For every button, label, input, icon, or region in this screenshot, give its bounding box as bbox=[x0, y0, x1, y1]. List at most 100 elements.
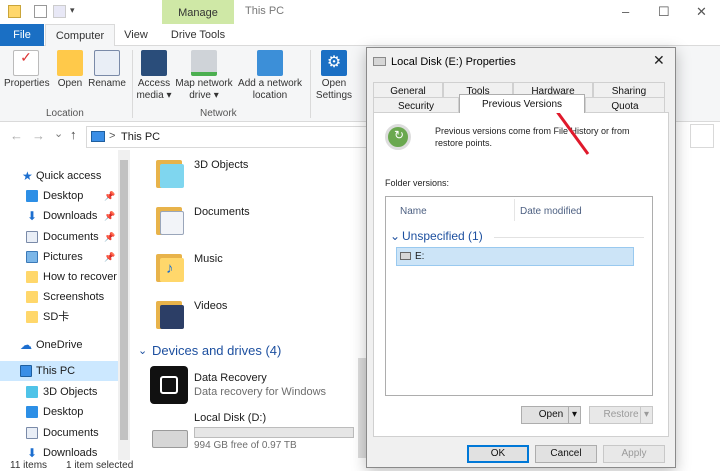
nav-this-pc[interactable]: This PC bbox=[0, 361, 118, 381]
chevron-down-icon[interactable]: ▾ bbox=[568, 407, 580, 423]
nav-how-to-recover[interactable]: How to recover bbox=[0, 267, 118, 287]
rename-button[interactable]: Rename bbox=[88, 50, 126, 90]
nav-screenshots[interactable]: Screenshots bbox=[0, 287, 118, 307]
pin-icon: 📌 bbox=[104, 191, 116, 201]
map-network-drive-button[interactable]: Map network drive ▾ bbox=[174, 50, 234, 102]
properties-quick-icon[interactable] bbox=[34, 5, 47, 18]
nav-documents-pinned[interactable]: Documents 📌 bbox=[0, 227, 118, 247]
column-header-name[interactable]: Name bbox=[400, 206, 427, 217]
add-network-location-button[interactable]: Add a network location bbox=[236, 50, 304, 102]
customize-quick-access-icon[interactable]: ▾ bbox=[70, 5, 83, 18]
nav-quick-access[interactable]: ★ Quick access bbox=[0, 166, 118, 186]
device-name[interactable]: Local Disk (D:) bbox=[194, 412, 266, 424]
nav-label: 3D Objects bbox=[43, 386, 98, 398]
up-button[interactable]: ↑ bbox=[70, 127, 77, 142]
tab-view[interactable]: View bbox=[118, 24, 154, 46]
properties-button[interactable]: ✓ Properties bbox=[4, 50, 50, 90]
data-recovery-app-icon[interactable] bbox=[150, 366, 188, 404]
device-name[interactable]: Data Recovery bbox=[194, 372, 267, 384]
drive-icon bbox=[400, 252, 411, 260]
pictures-icon bbox=[26, 251, 38, 263]
nav-documents[interactable]: Documents bbox=[0, 423, 118, 443]
desktop-icon bbox=[26, 406, 38, 418]
column-header-date-modified[interactable]: Date modified bbox=[520, 206, 582, 217]
tab-previous-versions[interactable]: Previous Versions bbox=[459, 94, 585, 113]
title-bar: ▾ bbox=[0, 0, 720, 24]
download-icon: ⬇ bbox=[27, 209, 38, 223]
folder-versions-label: Folder versions: bbox=[385, 178, 450, 188]
folder-label[interactable]: Videos bbox=[194, 300, 227, 312]
properties-icon: ✓ bbox=[13, 50, 39, 76]
folder-versions-list[interactable]: Name Date modified ⌄ Unspecified (1) E: bbox=[385, 196, 653, 396]
tab-computer[interactable]: Computer bbox=[45, 24, 115, 46]
properties-label: Properties bbox=[4, 78, 50, 89]
address-bar[interactable]: > This PC bbox=[86, 126, 386, 148]
content-scrollbar[interactable] bbox=[358, 358, 366, 458]
star-icon: ★ bbox=[22, 169, 33, 183]
cloud-icon: ☁ bbox=[20, 338, 32, 352]
folder-documents-icon[interactable] bbox=[156, 203, 186, 235]
open-button[interactable]: Open bbox=[56, 50, 84, 90]
forward-button[interactable]: → bbox=[32, 128, 45, 143]
access-media-label-1: Access bbox=[137, 78, 171, 89]
group-divider bbox=[494, 237, 644, 238]
nav-3d-objects[interactable]: 3D Objects bbox=[0, 382, 118, 402]
open-settings-label-1: Open bbox=[321, 78, 347, 89]
nav-label: This PC bbox=[36, 365, 76, 377]
folder-3d-objects-icon[interactable] bbox=[156, 156, 186, 188]
close-window-button[interactable]: ✕ bbox=[696, 4, 707, 20]
window-title: This PC bbox=[245, 5, 285, 17]
add-network-label-1: Add a network bbox=[238, 78, 302, 89]
network-group-label: Network bbox=[200, 108, 237, 119]
new-folder-quick-icon[interactable] bbox=[53, 5, 66, 18]
folder-videos-icon[interactable] bbox=[156, 297, 186, 329]
ribbon-separator bbox=[132, 50, 133, 118]
local-disk-icon[interactable] bbox=[152, 430, 188, 448]
group-header-unspecified[interactable]: Unspecified (1) bbox=[402, 229, 483, 243]
recent-locations-button[interactable]: ⌄ bbox=[54, 127, 63, 140]
folder-label[interactable]: 3D Objects bbox=[194, 159, 248, 171]
group-chevron-icon[interactable]: ⌄ bbox=[390, 229, 400, 243]
pin-icon: 📌 bbox=[104, 211, 116, 221]
nav-onedrive[interactable]: ☁ OneDrive bbox=[0, 335, 118, 355]
dialog-close-button[interactable]: ✕ bbox=[653, 52, 665, 69]
folder-icon bbox=[26, 311, 38, 323]
restore-label: Restore bbox=[603, 409, 639, 420]
manage-tab[interactable]: Manage bbox=[162, 0, 234, 26]
breadcrumb-this-pc[interactable]: This PC bbox=[121, 131, 160, 143]
nav-label: SD卡 bbox=[43, 311, 70, 323]
version-row[interactable]: E: bbox=[396, 247, 634, 266]
back-button[interactable]: ← bbox=[10, 128, 23, 143]
documents-icon bbox=[26, 231, 38, 243]
version-row-label: E: bbox=[415, 251, 425, 262]
nav-desktop[interactable]: Desktop bbox=[0, 402, 118, 422]
tab-drive-tools[interactable]: Drive Tools bbox=[162, 24, 234, 46]
column-divider[interactable] bbox=[514, 199, 515, 221]
gear-icon: ⚙ bbox=[321, 50, 347, 76]
ok-button[interactable]: OK bbox=[467, 445, 529, 463]
open-label: Open bbox=[57, 78, 83, 89]
chevron-down-icon[interactable]: ⌄ bbox=[138, 344, 147, 357]
access-media-button[interactable]: Access media ▾ bbox=[136, 50, 172, 102]
nav-scrollbar-thumb[interactable] bbox=[120, 160, 128, 440]
add-network-label-2: location bbox=[252, 90, 288, 101]
devices-and-drives-header[interactable]: Devices and drives (4) bbox=[152, 343, 281, 358]
folder-music-icon[interactable]: ♪ bbox=[156, 250, 186, 282]
minimize-button[interactable]: – bbox=[622, 4, 629, 19]
nav-sd-card[interactable]: SD卡 bbox=[0, 307, 118, 327]
open-settings-button[interactable]: ⚙ Open Settings bbox=[314, 50, 354, 102]
tab-file[interactable]: File bbox=[0, 24, 44, 46]
nav-pictures-pinned[interactable]: Pictures 📌 bbox=[0, 247, 118, 267]
pin-icon: 📌 bbox=[104, 252, 116, 262]
search-box-edge[interactable] bbox=[690, 124, 714, 148]
nav-label: Screenshots bbox=[43, 291, 105, 303]
maximize-button[interactable]: ☐ bbox=[658, 4, 670, 20]
folder-label[interactable]: Music bbox=[194, 253, 223, 265]
nav-desktop-pinned[interactable]: Desktop 📌 bbox=[0, 186, 118, 206]
nav-downloads-pinned[interactable]: ⬇ Downloads 📌 bbox=[0, 206, 118, 226]
folder-label[interactable]: Documents bbox=[194, 206, 250, 218]
open-version-button[interactable]: Open ▾ bbox=[521, 406, 581, 424]
rename-icon bbox=[94, 50, 120, 76]
item-count: 11 items bbox=[10, 460, 48, 471]
cancel-button[interactable]: Cancel bbox=[535, 445, 597, 463]
